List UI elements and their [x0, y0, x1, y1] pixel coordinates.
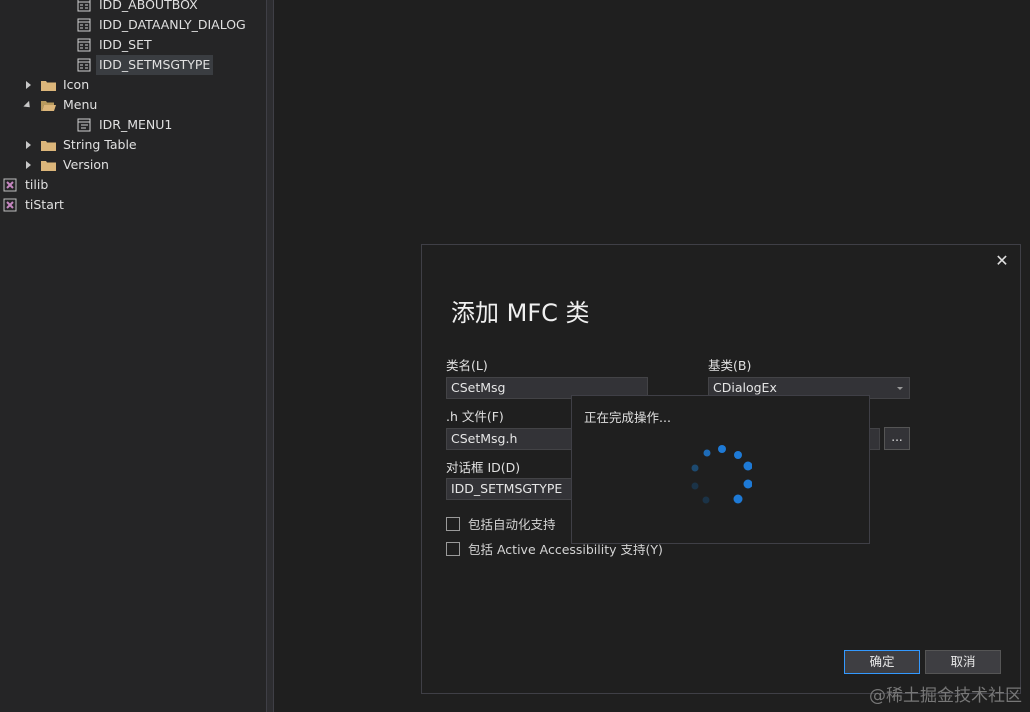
dialog-resource-icon [76, 57, 92, 73]
project-icon [2, 197, 18, 213]
spinner-dot [718, 445, 726, 453]
base-class-label: 基类(B) [708, 358, 752, 373]
progress-popup: 正在完成操作... [571, 395, 870, 544]
tree-item[interactable]: IDD_ABOUTBOX [76, 0, 201, 15]
automation-checkbox-row[interactable]: 包括自动化支持 [446, 514, 556, 533]
tree-item-label: tilib [25, 177, 49, 192]
loading-spinner-icon [691, 445, 752, 504]
tree-item[interactable]: tilib [0, 175, 51, 195]
solution-explorer-panel: IDD_ABOUTBOX IDD_DATAANLY_DIALOG IDD_SET ID… [0, 0, 266, 712]
chevron-down-icon [897, 387, 903, 390]
panel-splitter[interactable] [266, 0, 274, 712]
spinner-dot [691, 464, 699, 472]
tree-item[interactable]: IDD_SET [76, 35, 155, 55]
tree-item-label: String Table [63, 137, 137, 152]
spinner-dot [743, 461, 752, 471]
tree-item[interactable]: Icon [22, 75, 92, 95]
tree-item-label: IDD_ABOUTBOX [99, 0, 198, 12]
chevron-right-icon[interactable] [22, 135, 34, 155]
spinner-dot [691, 482, 699, 490]
tree-item[interactable]: IDD_DATAANLY_DIALOG [76, 15, 249, 35]
tree-item-label: IDD_SET [99, 37, 152, 52]
tree-item-label: IDD_SETMSGTYPE [96, 55, 214, 75]
tree-item-label: Version [63, 157, 109, 172]
tree-item[interactable]: IDR_MENU1 [76, 115, 175, 135]
tree-item[interactable]: Menu [22, 95, 100, 115]
h-file-label: .h 文件(F) [446, 409, 504, 424]
tree-item[interactable]: tiStart [0, 195, 67, 215]
tree-item-label: IDR_MENU1 [99, 117, 173, 132]
dialog-title: 添加 MFC 类 [451, 299, 590, 327]
progress-text: 正在完成操作... [584, 410, 671, 425]
tree-item-label: Menu [63, 97, 98, 112]
watermark: @稀土掘金技术社区 [869, 686, 1022, 706]
chevron-right-icon[interactable] [22, 155, 34, 175]
ok-button[interactable]: 确定 [844, 650, 920, 674]
tree-item[interactable]: String Table [22, 135, 140, 155]
spinner-dot [733, 494, 743, 504]
menu-resource-icon [76, 117, 92, 133]
automation-checkbox-label: 包括自动化支持 [468, 517, 556, 532]
tree-item-label: Icon [63, 77, 90, 92]
accessibility-checkbox[interactable] [446, 541, 460, 556]
project-icon [2, 177, 18, 193]
spinner-dot [703, 449, 711, 457]
folder-icon [40, 157, 56, 173]
tree-item-label: tiStart [25, 197, 64, 212]
dialog-resource-icon [76, 17, 92, 33]
automation-checkbox[interactable] [446, 516, 460, 531]
folder-open-icon [40, 97, 56, 113]
tree-item-label: IDD_DATAANLY_DIALOG [99, 17, 246, 32]
spinner-dot [734, 451, 742, 459]
base-class-value: CDialogEx [713, 380, 777, 395]
spinner-dot [743, 479, 752, 489]
chevron-down-icon[interactable] [22, 95, 34, 115]
close-icon[interactable]: ✕ [994, 253, 1010, 269]
folder-icon [40, 137, 56, 153]
browse-button[interactable]: ... [884, 427, 910, 450]
cancel-button[interactable]: 取消 [925, 650, 1001, 674]
spinner-dot [702, 496, 710, 504]
dialog-id-label: 对话框 ID(D) [446, 460, 521, 475]
tree-item[interactable]: IDD_SETMSGTYPE [76, 55, 214, 75]
chevron-right-icon[interactable] [22, 75, 34, 95]
class-name-label: 类名(L) [446, 358, 488, 373]
folder-icon [40, 77, 56, 93]
dialog-resource-icon [76, 37, 92, 53]
tree-item[interactable]: Version [22, 155, 112, 175]
dialog-resource-icon [76, 0, 92, 13]
